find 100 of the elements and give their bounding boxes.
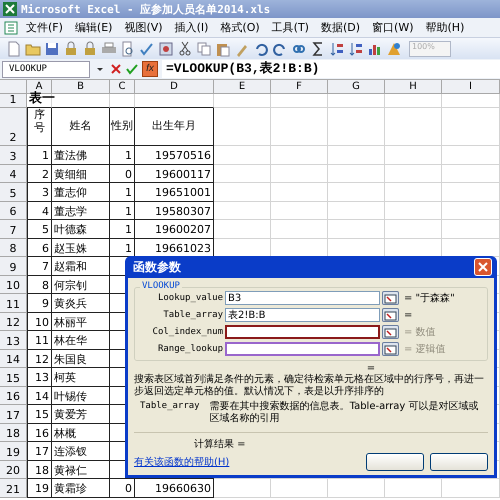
table-cell: [385, 202, 442, 220]
table-cell: [442, 108, 500, 146]
menu-item[interactable]: 格式(O): [214, 20, 266, 35]
row-header[interactable]: 17: [0, 405, 27, 424]
row-header[interactable]: 2: [0, 108, 27, 146]
argument-field[interactable]: B3: [225, 291, 380, 305]
argument-field[interactable]: [225, 342, 380, 356]
row-header[interactable]: 21: [0, 479, 27, 498]
row-header[interactable]: 15: [0, 368, 27, 386]
table-cell: [271, 220, 328, 238]
table-cell: 序号: [27, 108, 52, 146]
table-cell: 17: [27, 442, 52, 460]
argument-label: Col_index_num: [152, 327, 223, 337]
menu-item[interactable]: 文件(F): [20, 20, 69, 35]
column-header[interactable]: B: [52, 80, 110, 94]
table-cell: 19600117: [135, 164, 214, 183]
sheet-icon[interactable]: [4, 20, 20, 34]
name-box[interactable]: VLOOKUP: [2, 60, 90, 78]
check-icon[interactable]: [126, 63, 138, 75]
collapse-button[interactable]: [382, 325, 399, 339]
menu-item[interactable]: 插入(I): [168, 20, 214, 35]
row-header[interactable]: 10: [0, 276, 27, 294]
table-cell: 黄炎兵: [52, 294, 110, 312]
argument-field[interactable]: 表2!B:B: [225, 308, 380, 322]
cancel-button[interactable]: [430, 453, 488, 471]
column-header[interactable]: H: [385, 80, 442, 94]
row-header[interactable]: 4: [0, 164, 27, 183]
table-cell: [271, 146, 328, 164]
argument-field[interactable]: [225, 325, 380, 339]
row-header[interactable]: 9: [0, 257, 27, 276]
formula-result: =: [366, 363, 376, 374]
help-link[interactable]: 有关该函数的帮助(H): [134, 455, 230, 469]
row-header[interactable]: 7: [0, 220, 27, 238]
scissors-icon[interactable]: [177, 40, 193, 56]
table-cell: 姓名: [52, 108, 110, 146]
table-cell: 1: [27, 146, 52, 164]
table-cell: 10: [27, 312, 52, 331]
row-header[interactable]: 20: [0, 460, 27, 479]
table-cell: 6: [27, 238, 52, 257]
table-cell: 4: [27, 202, 52, 220]
table-cell: 黄霜珍: [52, 479, 110, 498]
table-cell: 19600207: [135, 220, 214, 238]
column-header[interactable]: I: [442, 80, 500, 94]
row-header[interactable]: 6: [0, 202, 27, 220]
collapse-button[interactable]: [382, 342, 399, 356]
row-header[interactable]: 18: [0, 424, 27, 442]
sort-down-icon[interactable]: [348, 40, 364, 56]
table-cell: [271, 94, 328, 108]
row-header[interactable]: 11: [0, 294, 27, 312]
menu-item[interactable]: 数据(D): [314, 20, 366, 35]
collapse-button[interactable]: [382, 308, 399, 322]
spell-icon[interactable]: [139, 40, 155, 56]
table-cell: [385, 94, 442, 108]
menu-item[interactable]: 窗口(W): [366, 20, 420, 35]
table-cell: 连添钗: [52, 442, 110, 460]
row-header[interactable]: 1: [0, 94, 27, 108]
close-button[interactable]: [474, 258, 492, 276]
column-header[interactable]: E: [214, 80, 271, 94]
argument-result: =: [404, 310, 412, 320]
row-header[interactable]: 13: [0, 331, 27, 350]
table-cell: [271, 183, 328, 202]
row-header[interactable]: 12: [0, 312, 27, 331]
table-cell: [385, 220, 442, 238]
argument-result: = 数值: [404, 326, 436, 339]
table-cell: [214, 479, 271, 498]
menu-item[interactable]: 视图(V): [118, 20, 169, 35]
column-header[interactable]: G: [328, 80, 385, 94]
lock-icon[interactable]: [82, 40, 98, 56]
cancel-icon[interactable]: [110, 63, 122, 75]
table-cell: [52, 94, 110, 108]
table-cell: 15: [27, 405, 52, 424]
formula-field[interactable]: =VLOOKUP(B3,表2!B:B): [162, 60, 500, 78]
row-header[interactable]: 16: [0, 386, 27, 405]
table-cell: 董志仰: [52, 183, 110, 202]
ok-button[interactable]: [366, 453, 424, 471]
column-header[interactable]: D: [135, 80, 214, 94]
table-cell: [214, 220, 271, 238]
table-cell: [214, 202, 271, 220]
menu-item[interactable]: 帮助(H): [420, 20, 470, 35]
group-label: VLOOKUP: [140, 281, 182, 291]
menu-item[interactable]: 编辑(E): [68, 20, 118, 35]
collapse-button[interactable]: [382, 291, 399, 305]
menu-item[interactable]: 工具(T): [266, 20, 315, 35]
table-cell: 11: [27, 331, 52, 350]
row-header[interactable]: 19: [0, 442, 27, 460]
row-header[interactable]: 8: [0, 238, 27, 257]
parameter-description: 需要在其中搜索数据的信息表。Table-array 可以是对区域或区域名称的引用: [210, 401, 480, 424]
row-header[interactable]: 3: [0, 146, 27, 164]
row-header[interactable]: 5: [0, 183, 27, 202]
column-header[interactable]: F: [271, 80, 328, 94]
lock-icon[interactable]: [63, 40, 79, 56]
drawing-icon[interactable]: [386, 40, 402, 56]
sort-up-icon[interactable]: [329, 40, 345, 56]
table-cell: 19: [27, 479, 52, 498]
table-cell: 0: [110, 164, 135, 183]
column-header[interactable]: C: [110, 80, 135, 94]
row-header[interactable]: 14: [0, 350, 27, 368]
page-icon[interactable]: [6, 40, 22, 56]
insert-function-button[interactable]: fx: [142, 61, 158, 77]
research-icon[interactable]: [158, 40, 174, 56]
